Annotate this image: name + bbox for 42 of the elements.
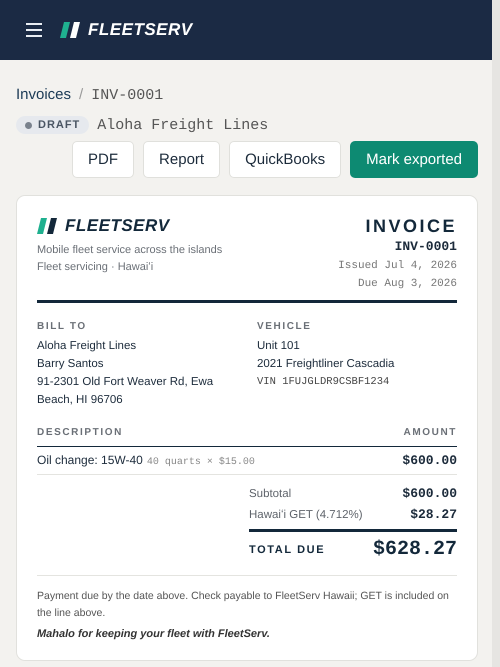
vehicle-line: 2021 Freightliner Cascadia (257, 357, 396, 372)
breadcrumb-link[interactable]: Invoices (16, 86, 72, 103)
logo-icon (37, 218, 59, 234)
issue-date: Issued Jul 4, 2026 (338, 260, 457, 272)
tagline: Mobile fleet service across the islands (37, 244, 222, 256)
scrollbar[interactable] (492, 0, 500, 667)
due-date: Due Aug 3, 2026 (356, 278, 457, 290)
action-button[interactable]: PDF (72, 141, 134, 178)
vehicle-line: Unit 101 (257, 339, 301, 354)
brand-name: FLEETSERV (88, 20, 193, 40)
item-detail: 40 quarts × $15.00 (146, 457, 255, 468)
invoice-number: INV-0001 (394, 239, 457, 254)
tagline: Fleet servicing · Hawaiʻi (37, 261, 154, 273)
breadcrumb-current: INV-0001 (91, 87, 164, 104)
total-due-value: $628.27 (372, 538, 457, 561)
invoice-title: INVOICE (364, 216, 457, 237)
section-label: BILL TO (37, 321, 88, 332)
item-amount: $600.00 (402, 453, 457, 468)
section-label: VEHICLE (257, 321, 313, 332)
breadcrumb-separator: / (79, 86, 84, 103)
total-due-label: TOTAL DUE (249, 544, 326, 556)
column-header: AMOUNT (404, 427, 457, 438)
vin-number: VIN 1FUJGLDR9CSBF1234 (257, 375, 390, 390)
payment-note: Payment due by the date above. Check payable to FleetServ Hawaii; GET is included on the line above. (37, 575, 457, 622)
total-label: Hawaiʻi GET (4.712%) (249, 509, 363, 521)
logo-icon (60, 22, 82, 38)
column-header: DESCRIPTION (37, 427, 123, 438)
customer-name: Aloha Freight Lines (97, 116, 268, 134)
total-value: $600.00 (402, 486, 457, 501)
address-line: Aloha Freight Lines (37, 339, 138, 354)
brand-name: FLEETSERV (65, 216, 170, 236)
thanks-note: Mahalo for keeping your fleet with FleetServ. (37, 628, 271, 640)
item-description: Oil change: 15W-40 (37, 453, 143, 467)
total-value: $28.27 (410, 507, 457, 522)
status-badge: DRAFT (16, 116, 90, 134)
address-line: Barry Santos (37, 357, 104, 372)
action-button[interactable]: QuickBooks (229, 141, 342, 178)
menu-icon[interactable] (26, 23, 42, 37)
action-button[interactable]: Report (143, 141, 220, 178)
mark-exported-button[interactable]: Mark exported (350, 141, 478, 178)
total-label: Subtotal (249, 488, 292, 500)
address-line: 91-2301 Old Fort Weaver Rd, Ewa Beach, HI 96706 (37, 375, 214, 408)
